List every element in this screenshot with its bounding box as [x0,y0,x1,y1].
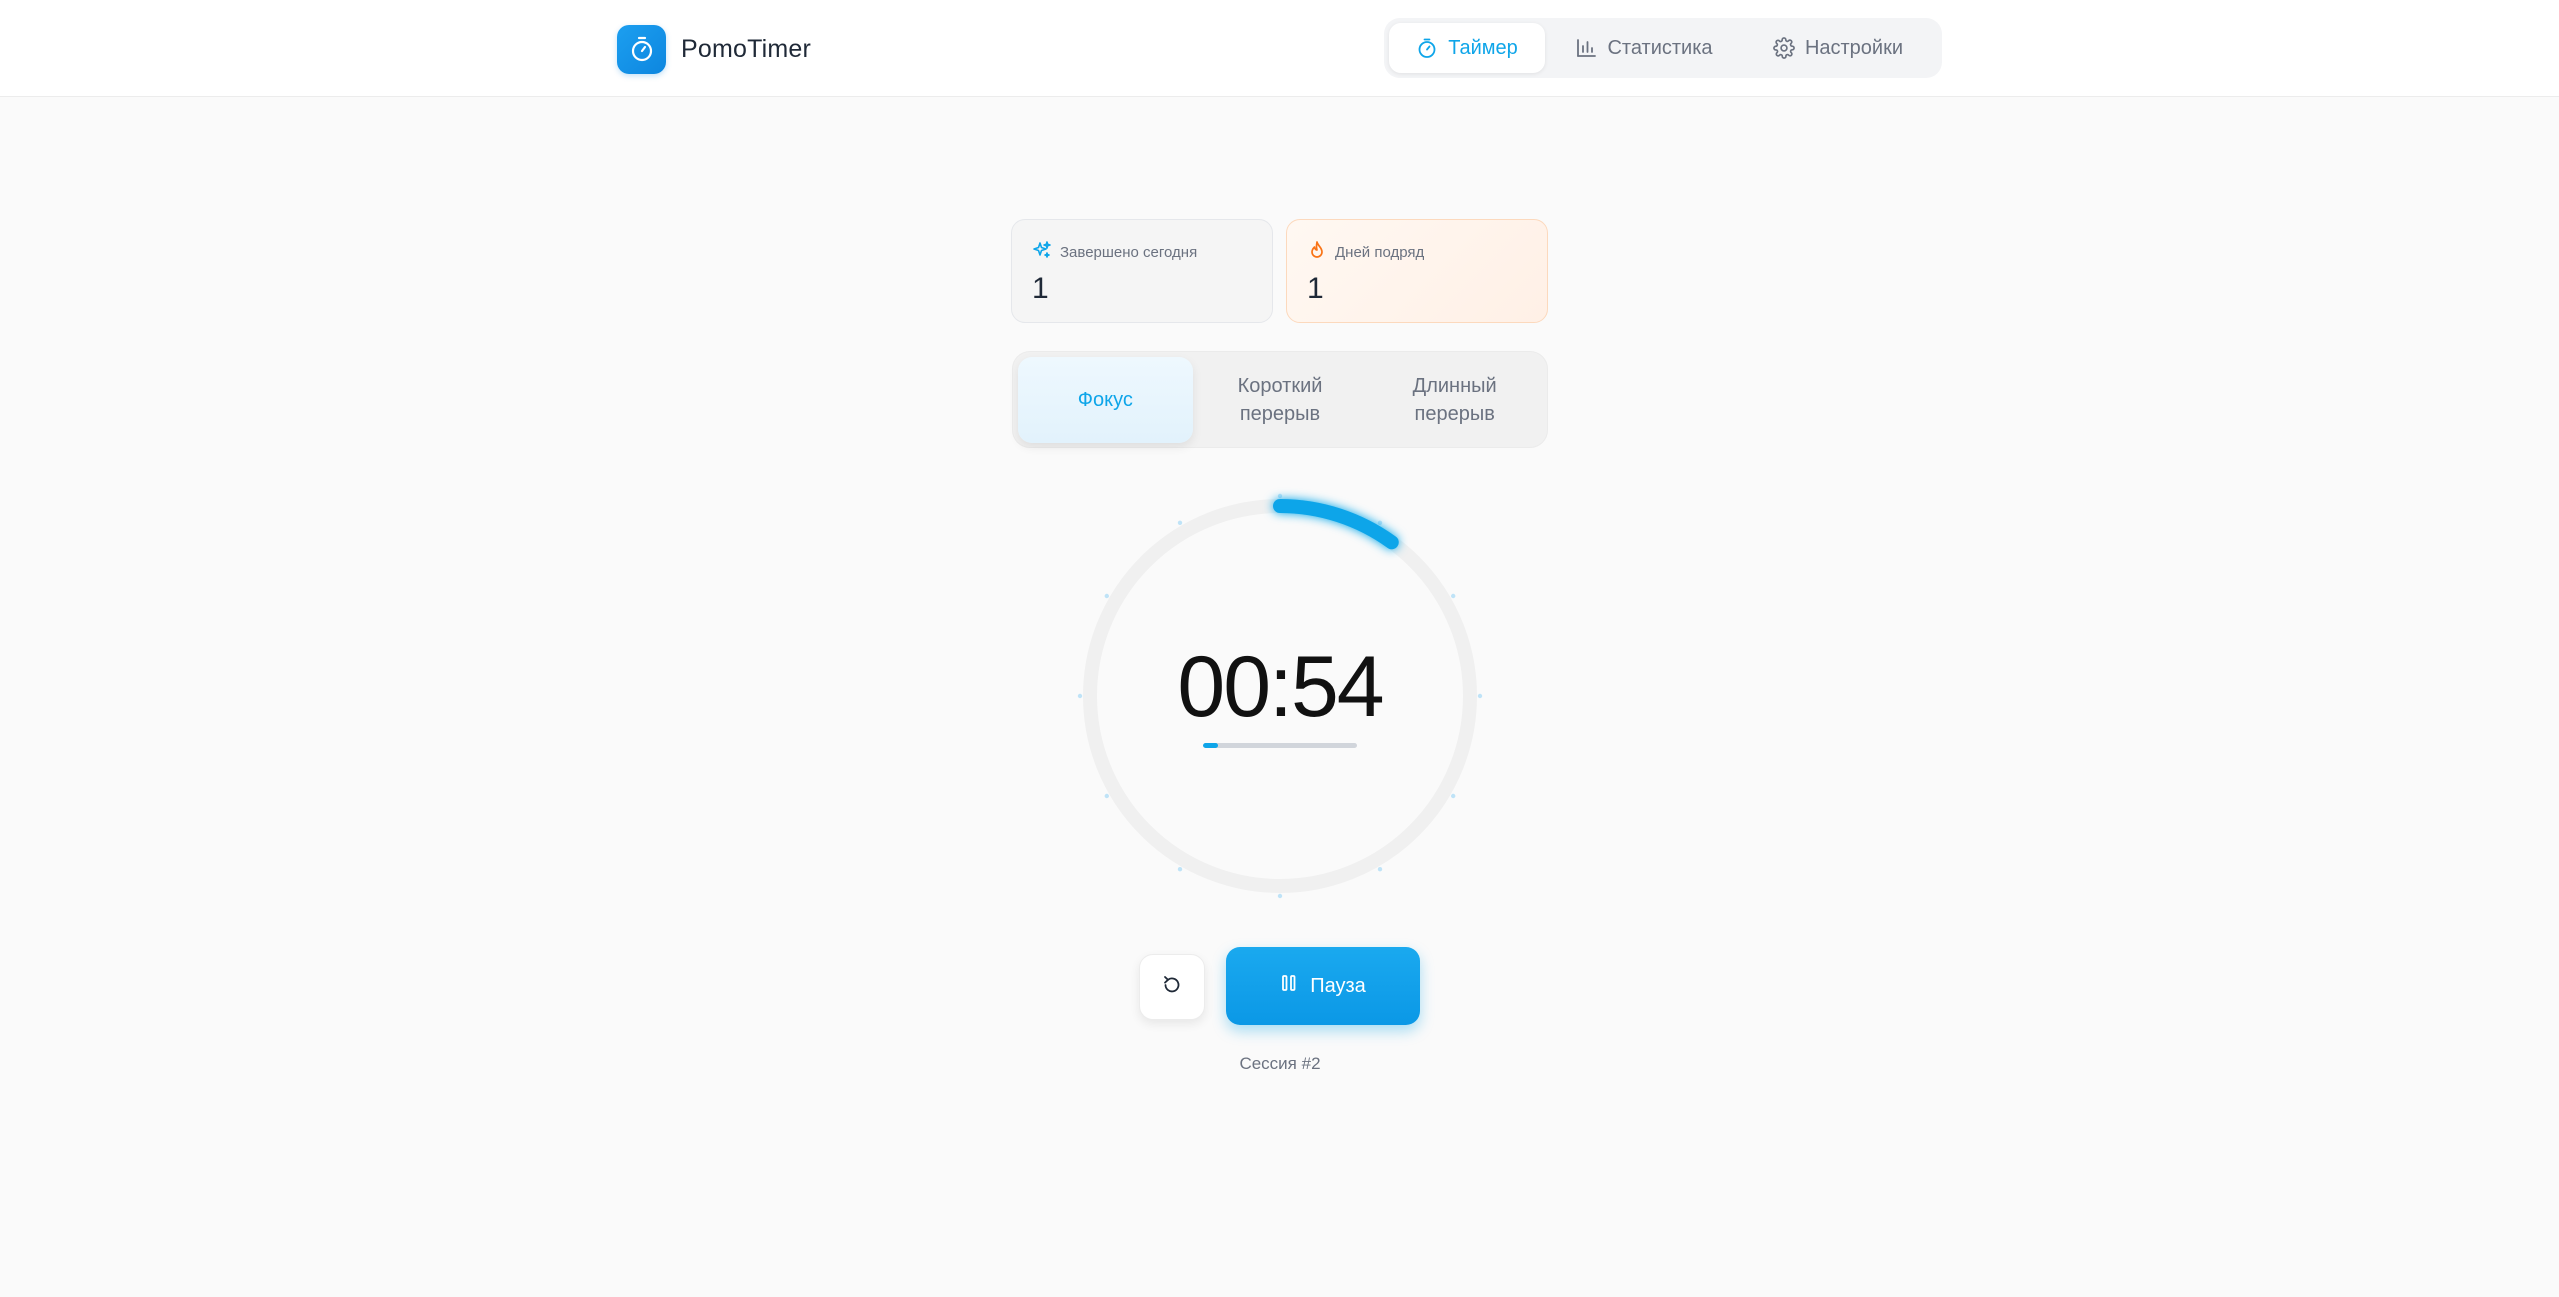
mode-label: Короткий перерыв [1237,374,1323,425]
mini-progress-fill [1203,743,1219,748]
stopwatch-icon [1416,37,1438,59]
tick-dot [1451,593,1456,599]
timer-ring: 00:54 [1071,487,1489,905]
streak-label: Дней подряд [1335,243,1425,261]
pause-label: Пауза [1310,974,1366,997]
completed-today-card: Завершено сегодня 1 [1011,219,1273,323]
flame-icon [1307,240,1327,264]
nav-tab-settings[interactable]: Настройки [1743,23,1933,73]
tick-dot [1104,793,1109,799]
streak-value: 1 [1307,272,1324,305]
nav-tab-label: Таймер [1448,36,1518,59]
reset-icon [1161,974,1183,1001]
tick-dot [1451,793,1456,799]
tick-dot [1277,893,1283,899]
app-header: PomoTimer Таймер Статистика Настройки [0,0,2559,97]
mode-short-break[interactable]: Короткий перерыв [1193,357,1368,443]
bar-chart-icon [1575,37,1597,59]
tick-dot [1104,593,1109,599]
nav-tab-label: Настройки [1804,36,1904,59]
brand[interactable]: PomoTimer [617,24,811,74]
main-nav: Таймер Статистика Настройки [1384,18,1942,78]
pause-button[interactable]: Пауза [1226,947,1420,1025]
tick-dot [1177,520,1183,525]
nav-tab-label: Статистика [1607,36,1713,59]
reset-button[interactable] [1139,954,1205,1020]
streak-card: Дней подряд 1 [1286,219,1548,323]
tick-dot [1277,493,1283,499]
tick-dot [1177,867,1183,872]
completed-today-label: Завершено сегодня [1060,243,1198,261]
sparkles-icon [1032,240,1052,264]
completed-today-value: 1 [1032,272,1049,305]
timer-display: 00:54 [1177,639,1384,735]
mode-label: Фокус [1077,388,1133,411]
mode-label: Длинный перерыв [1412,374,1497,425]
tick-dot [1377,520,1383,525]
mode-focus[interactable]: Фокус [1018,356,1193,443]
mode-switch: Фокус Короткий перерыв Длинный перерыв [1012,351,1548,448]
tick-dot [1377,867,1383,872]
session-counter: Сессия #2 [1239,1054,1321,1073]
nav-tab-timer[interactable]: Таймер [1389,23,1545,73]
gear-icon [1773,37,1795,59]
mini-progress-bar [1203,743,1357,748]
mode-long-break[interactable]: Длинный перерыв [1367,357,1542,443]
pause-icon [1280,973,1298,999]
app-name: PomoTimer [681,34,812,63]
stopwatch-icon [617,24,666,74]
nav-tab-statistics[interactable]: Статистика [1549,23,1739,73]
